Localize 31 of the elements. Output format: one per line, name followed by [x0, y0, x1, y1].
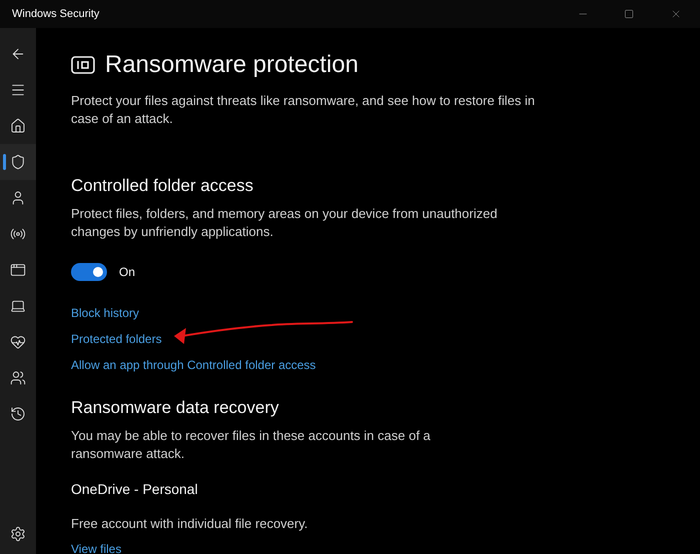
laptop-icon	[10, 298, 26, 314]
menu-icon	[10, 82, 26, 98]
window-title: Windows Security	[12, 6, 100, 22]
link[interactable]: Allow an app through Controlled folder access	[71, 357, 316, 373]
link[interactable]: View files	[71, 541, 122, 554]
section-description: You may be able to recover files in these accounts in case of a ransomware attack.	[71, 427, 432, 463]
close-icon[interactable]	[670, 8, 682, 20]
page-description: Protect your files against threats like ransomware, and see how to restore files in case of an attack.	[71, 92, 536, 128]
person-icon	[10, 190, 26, 206]
shield-icon	[10, 154, 26, 170]
history-icon	[10, 406, 26, 422]
account-name: OneDrive - Personal	[71, 480, 199, 499]
home-icon	[10, 118, 26, 134]
link[interactable]: Protected folders	[71, 331, 162, 347]
heart-pulse-icon	[10, 334, 26, 350]
antenna-icon	[10, 226, 26, 242]
back-icon	[10, 46, 26, 62]
window-icon	[10, 262, 26, 278]
toggle-switch[interactable]	[71, 263, 107, 281]
settings-icon[interactable]	[10, 526, 26, 542]
link[interactable]: Block history	[71, 305, 140, 321]
nav-item[interactable]	[0, 144, 36, 180]
section-description: Protect files, folders, and memory areas on your device from unauthorized changes by unfriendly applications.	[71, 205, 498, 241]
maximize-icon[interactable]	[624, 9, 634, 19]
section-heading: Controlled folder access	[71, 175, 254, 197]
ransomware-icon	[71, 56, 95, 74]
page-title: Ransomware protection	[105, 50, 358, 80]
account-detail: Free account with individual file recovery.	[71, 515, 309, 533]
people-icon	[10, 370, 26, 386]
section-heading: Ransomware data recovery	[71, 397, 280, 419]
toggle-label: On	[119, 264, 136, 281]
